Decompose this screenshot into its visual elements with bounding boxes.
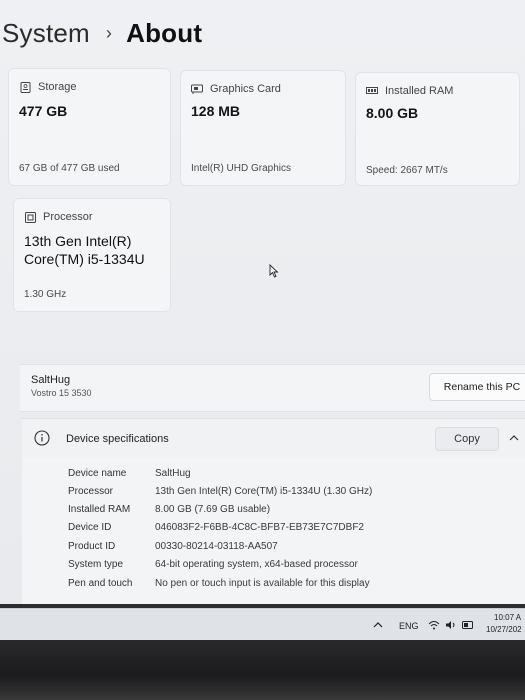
- taskbar: ENG 10:07 A 10/27/202: [0, 608, 525, 640]
- spec-row: Processor 13th Gen Intel(R) Core(TM) i5-…: [22, 486, 525, 504]
- graphics-card-icon: [191, 83, 203, 95]
- spec-value: 00330-80214-03118-AA507: [155, 541, 278, 552]
- spec-row: Product ID 00330-80214-03118-AA507: [22, 541, 525, 559]
- clock-date[interactable]: 10/27/202: [486, 625, 522, 634]
- device-name-row: SaltHug Vostro 15 3530 Rename this PC: [20, 364, 525, 412]
- ram-value: 8.00 GB: [366, 105, 419, 121]
- rename-pc-button[interactable]: Rename this PC: [429, 373, 525, 401]
- spec-value: 8.00 GB (7.69 GB usable): [155, 504, 271, 515]
- spec-key: System type: [68, 559, 124, 570]
- storage-icon: [19, 81, 31, 93]
- graphics-card-label: Graphics Card: [210, 83, 281, 95]
- ram-detail: Speed: 2667 MT/s: [366, 165, 448, 176]
- spec-row: Device name SaltHug: [22, 468, 525, 486]
- breadcrumb: System › About: [2, 18, 202, 49]
- processor-detail: 1.30 GHz: [24, 289, 67, 300]
- breadcrumb-system[interactable]: System: [2, 18, 90, 49]
- clock-time[interactable]: 10:07 A: [494, 613, 521, 622]
- chevron-up-tray-icon[interactable]: [373, 621, 383, 628]
- page-title: About: [126, 18, 203, 48]
- laptop-bezel: [0, 640, 525, 700]
- chevron-right-icon: ›: [105, 23, 113, 43]
- settings-window: System › About Storage 477 GB 67 GB of 4…: [0, 0, 525, 605]
- spec-key: Product ID: [68, 541, 116, 552]
- ram-label: Installed RAM: [385, 85, 454, 97]
- processor-label: Processor: [43, 211, 93, 223]
- mouse-cursor-icon: [269, 264, 279, 278]
- spec-value: 64-bit operating system, x64-based proce…: [155, 559, 358, 570]
- spec-row: System type 64-bit operating system, x64…: [22, 559, 525, 577]
- wifi-icon[interactable]: [428, 620, 440, 630]
- battery-icon[interactable]: [462, 621, 474, 629]
- spec-row: Device ID 046083F2-F6BB-4C8C-BFB7-EB73E7…: [22, 522, 525, 540]
- spec-value: SaltHug: [155, 468, 191, 479]
- copy-button[interactable]: Copy: [435, 427, 499, 451]
- device-specifications-header[interactable]: Device specifications Copy: [22, 418, 525, 458]
- processor-value-line2: Core(TM) i5-1334U: [24, 251, 145, 267]
- storage-value: 477 GB: [19, 103, 68, 119]
- storage-detail: 67 GB of 477 GB used: [19, 163, 120, 174]
- spec-row: Installed RAM 8.00 GB (7.69 GB usable): [22, 504, 525, 522]
- spec-value: No pen or touch input is available for t…: [155, 578, 370, 589]
- device-model: Vostro 15 3530: [31, 388, 92, 398]
- spec-row: Pen and touch No pen or touch input is a…: [22, 578, 525, 596]
- spec-value: 046083F2-F6BB-4C8C-BFB7-EB73E7C7DBF2: [155, 522, 364, 533]
- spec-key: Device name: [68, 468, 127, 479]
- spec-key: Installed RAM: [68, 504, 131, 515]
- device-name: SaltHug: [31, 374, 71, 386]
- processor-card[interactable]: Processor 13th Gen Intel(R) Core(TM) i5-…: [13, 198, 171, 312]
- ram-icon: [366, 85, 378, 97]
- language-indicator[interactable]: ENG: [399, 621, 419, 631]
- graphics-card-detail: Intel(R) UHD Graphics: [191, 163, 292, 174]
- info-icon: [34, 430, 50, 446]
- ram-card[interactable]: Installed RAM 8.00 GB Speed: 2667 MT/s: [355, 72, 520, 186]
- spec-key: Device ID: [68, 522, 112, 533]
- storage-card[interactable]: Storage 477 GB 67 GB of 477 GB used: [8, 68, 171, 186]
- graphics-card-value: 128 MB: [191, 103, 241, 119]
- graphics-card-card[interactable]: Graphics Card 128 MB Intel(R) UHD Graphi…: [180, 70, 346, 186]
- spec-key: Pen and touch: [68, 578, 133, 589]
- volume-icon[interactable]: [445, 620, 457, 630]
- spec-key: Processor: [68, 486, 114, 497]
- storage-label: Storage: [38, 81, 77, 93]
- spec-value: 13th Gen Intel(R) Core(TM) i5-1334U (1.3…: [155, 486, 373, 497]
- processor-icon: [24, 211, 36, 223]
- chevron-up-icon[interactable]: [508, 432, 520, 444]
- device-specifications-title: Device specifications: [66, 433, 169, 445]
- device-specifications-list: Device name SaltHug Processor 13th Gen I…: [22, 458, 525, 605]
- processor-value-line1: 13th Gen Intel(R): [24, 233, 132, 249]
